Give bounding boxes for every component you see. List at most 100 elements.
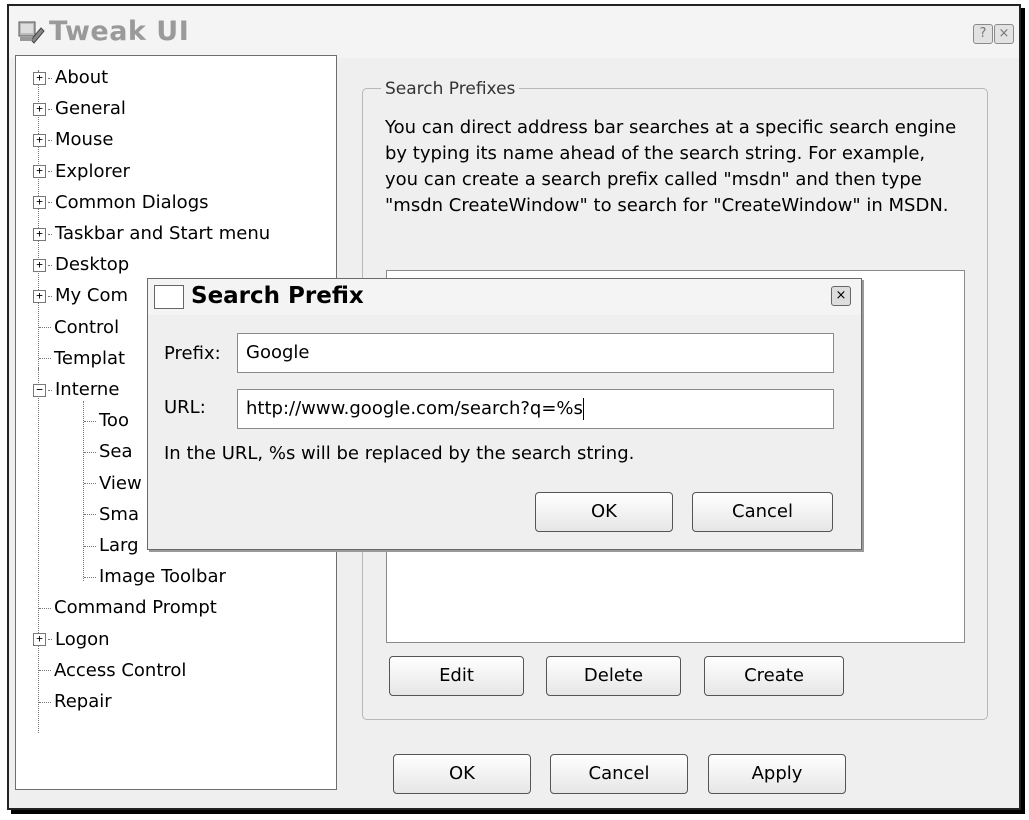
tree-item[interactable]: View [78,470,142,498]
text-caret [582,398,584,420]
title-bar: Tweak UI ? × [9,6,1019,58]
tree-item-label: Sma [99,503,139,525]
cancel-button[interactable]: Cancel [550,754,688,794]
dialog-title: Search Prefix [191,283,364,309]
window-title: Tweak UI [49,16,190,47]
tree-item[interactable]: Command Prompt [33,594,217,622]
tree-connector [84,545,96,547]
tree-item[interactable]: + General [33,95,126,123]
tree-item[interactable]: Sma [78,501,139,529]
tree-connector [48,77,52,79]
tree-item-label: Access Control [54,659,187,681]
tree-item-label: Too [99,410,129,432]
dialog-window-icon [154,285,184,309]
collapse-icon[interactable]: − [33,383,46,397]
ok-button[interactable]: OK [393,754,531,794]
tree-item[interactable]: + Mouse [33,126,113,154]
tree-connector [48,264,52,266]
apply-button[interactable]: Apply [708,754,846,794]
tree-connector [84,451,96,453]
tree-item[interactable]: Repair [33,688,112,716]
expand-icon[interactable]: + [33,196,46,210]
tree-item-label: Mouse [55,129,114,151]
tree-item-label: Repair [54,691,112,712]
tree-connector [48,108,52,110]
tree-connector [39,670,51,672]
dialog-title-bar: Search Prefix × [148,279,861,315]
url-input[interactable]: http://www.google.com/search?q=%s [237,389,834,429]
tree-item-label: Common Dialogs [55,191,209,213]
tweak-ui-app-icon [18,21,45,44]
tree-item-label: General [55,98,126,120]
url-hint: In the URL, %s will be replaced by the s… [164,443,635,464]
tree-item-label: View [99,472,142,494]
expand-icon[interactable]: + [33,289,46,303]
tree-item-label: Command Prompt [54,597,217,619]
tree-item-label: My Com [55,285,129,307]
expand-icon[interactable]: + [33,165,46,179]
tree-item[interactable]: + Common Dialogs [33,189,209,217]
help-button[interactable]: ? [973,24,993,44]
tree-item[interactable]: Larg [78,532,139,560]
tree-item[interactable]: − Interne [33,376,119,404]
url-label: URL: [164,397,206,418]
tree-connector [48,171,52,173]
tree-item[interactable]: Templat [33,345,125,373]
tree-item[interactable]: + My Com [33,282,128,310]
expand-icon[interactable]: + [33,102,46,116]
group-title: Search Prefixes [381,79,520,99]
tree-item[interactable]: + Desktop [33,251,129,279]
expand-icon[interactable]: + [33,71,46,85]
tree-connector [84,576,96,578]
tree-connector [48,233,52,235]
tree-connector [39,701,51,703]
tree-item-label: Image Toolbar [99,566,226,588]
tree-item-label: Explorer [55,160,130,182]
tree-item[interactable]: Too [78,407,129,435]
tree-item-label: Taskbar and Start menu [55,223,271,244]
tree-connector [48,639,52,641]
tree-connector [39,358,51,360]
tree-item-label: Sea [99,441,133,463]
dialog-close-button[interactable]: × [831,286,851,306]
tree-item[interactable]: + Logon [33,626,110,654]
tree-item[interactable]: + About [33,64,108,92]
expand-icon[interactable]: + [33,133,46,147]
create-button[interactable]: Create [704,656,844,696]
tree-connector [48,295,52,297]
expand-icon[interactable]: + [33,633,46,647]
tree-connector [48,202,52,204]
prefix-value: Google [246,342,310,363]
tree-item[interactable]: Control [33,314,119,342]
edit-button[interactable]: Edit [389,656,524,696]
tree-connector [39,607,51,609]
dialog-ok-button[interactable]: OK [535,492,673,532]
tree-item-label: Logon [55,628,110,650]
tree-item[interactable]: + Explorer [33,158,130,186]
description-text: You can direct address bar searches at a… [385,117,957,216]
tree-connector [48,139,52,141]
dialog-cancel-button[interactable]: Cancel [692,492,833,532]
tree-item[interactable]: Access Control [33,657,186,685]
tree-item[interactable]: Sea [78,438,133,466]
tree-connector [84,420,96,422]
search-prefix-dialog: Search Prefix × Prefix: Google URL: http… [147,278,862,550]
close-button[interactable]: × [994,24,1014,44]
tree-connector [84,514,96,516]
tree-item[interactable]: + Taskbar and Start menu [33,220,270,248]
tree-item-label: Control [54,316,120,338]
tree-item[interactable]: Image Toolbar [78,563,226,591]
tree-connector [39,327,51,329]
tree-item-label: Desktop [55,254,130,276]
prefix-label: Prefix: [164,343,221,364]
tree-item-label: About [55,67,109,88]
delete-button[interactable]: Delete [546,656,681,696]
expand-icon[interactable]: + [33,227,46,241]
prefix-input[interactable]: Google [237,333,834,373]
tree-item-label: Templat [54,347,126,369]
tree-connector [48,389,52,391]
tree-item-label: Interne [55,379,120,400]
expand-icon[interactable]: + [33,258,46,272]
url-value: http://www.google.com/search?q=%s [246,398,583,419]
tree-item-label: Larg [99,535,139,556]
